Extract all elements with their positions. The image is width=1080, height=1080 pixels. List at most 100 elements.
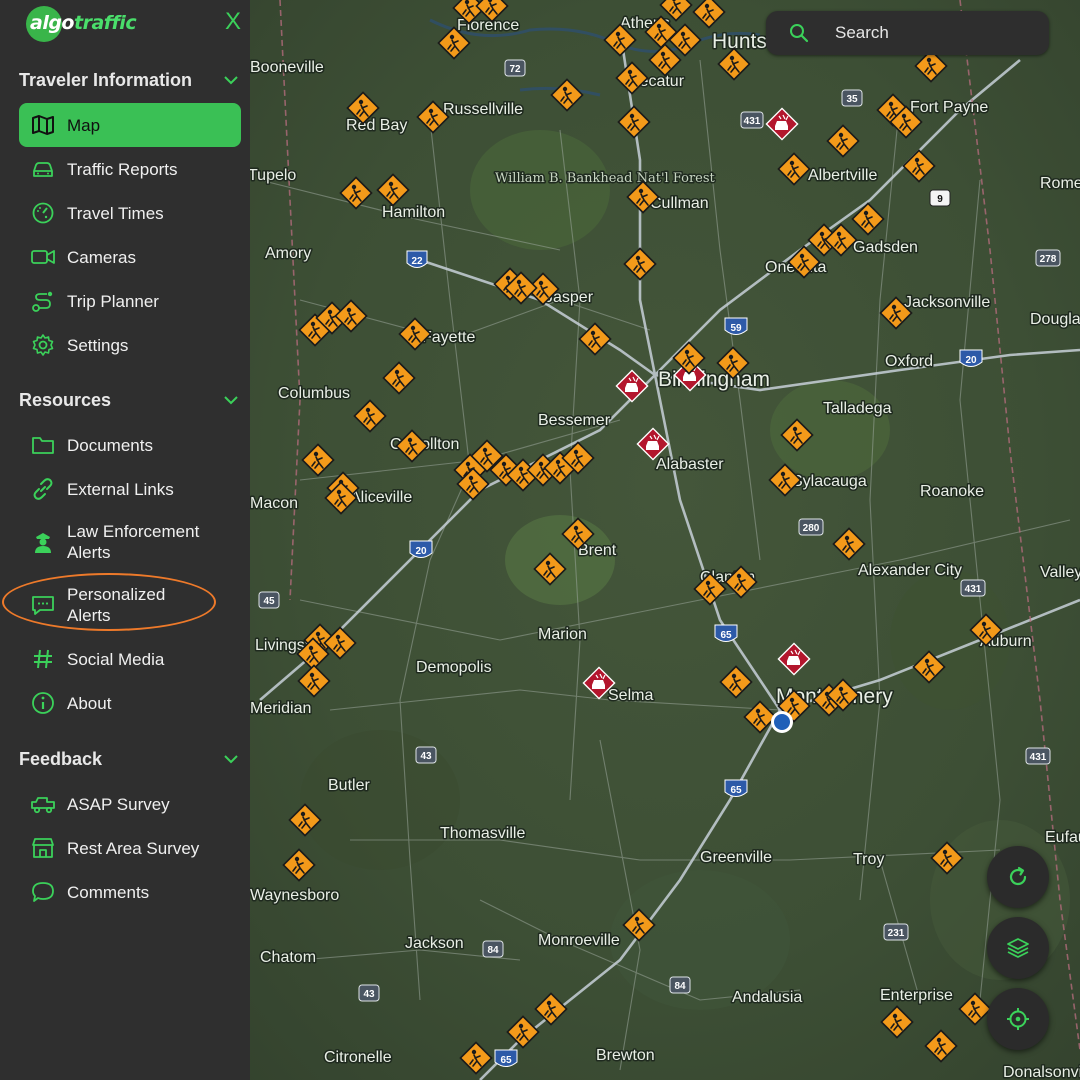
refresh-button[interactable] — [987, 846, 1049, 908]
svg-text:9: 9 — [937, 194, 943, 205]
section-resources[interactable]: Resources — [19, 388, 241, 412]
place-label: Macon — [250, 495, 298, 512]
place-label: Meridian — [250, 700, 311, 717]
nav-item-trip-planner[interactable]: Trip Planner — [19, 279, 241, 323]
svg-text:20: 20 — [965, 355, 977, 366]
place-label: Russellville — [443, 101, 523, 118]
nav-item-traffic-reports[interactable]: Traffic Reports — [19, 147, 241, 191]
route-shield: 72 — [504, 59, 526, 77]
svg-text:45: 45 — [263, 596, 275, 607]
route-shield: 45 — [258, 591, 280, 609]
nav-item-comments[interactable]: Comments — [19, 870, 241, 914]
truck-icon — [30, 791, 56, 817]
nav-label: Trip Planner — [67, 291, 159, 311]
map-canvas[interactable]: Florence Athens Huntsville Decatur Boone… — [250, 0, 1080, 1080]
nav-item-travel-times[interactable]: Travel Times — [19, 191, 241, 235]
route-shield: 59 — [724, 317, 748, 335]
nav-item-social-media[interactable]: Social Media — [19, 637, 241, 681]
place-label: Donalsonville — [1003, 1064, 1080, 1080]
search-bar[interactable]: Search — [766, 11, 1049, 55]
section-title: Traveler Information — [19, 69, 193, 90]
svg-text:278: 278 — [1040, 254, 1057, 265]
place-label: Hamilton — [382, 204, 445, 221]
place-label: Andalusia — [732, 989, 802, 1006]
nav-item-about[interactable]: About — [19, 681, 241, 725]
route-shield: 65 — [724, 779, 748, 797]
place-label: Sylacauga — [792, 473, 867, 490]
svg-text:431: 431 — [1030, 752, 1047, 763]
svg-text:431: 431 — [965, 584, 982, 595]
nav-label: Map — [67, 115, 101, 135]
place-label: William B. Bankhead Nat'l Forest — [495, 171, 716, 186]
nav-item-map[interactable]: Map — [19, 103, 241, 147]
chevron-down-icon — [224, 396, 238, 405]
place-label: Columbus — [278, 385, 350, 402]
speedometer-icon — [30, 200, 56, 226]
section-feedback[interactable]: Feedback — [19, 747, 241, 771]
nav-label: About — [67, 693, 112, 713]
nav-item-rest-area-survey[interactable]: Rest Area Survey — [19, 826, 241, 870]
chat-bubble-icon — [30, 592, 56, 618]
svg-text:59: 59 — [730, 323, 742, 334]
svg-text:84: 84 — [487, 945, 499, 956]
place-label: Citronelle — [324, 1049, 392, 1066]
route-shield: 431 — [1025, 747, 1051, 765]
place-label: Greenville — [700, 849, 772, 866]
nav-item-cameras[interactable]: Cameras — [19, 235, 241, 279]
svg-text:65: 65 — [500, 1055, 512, 1066]
current-location-dot — [771, 711, 793, 733]
sidebar: algotraffic X Traveler Information Map T… — [0, 0, 250, 1080]
nav-item-personalized-alerts[interactable]: Personalized Alerts — [19, 583, 241, 627]
refresh-icon — [1009, 866, 1027, 886]
map-view[interactable]: Florence Athens Huntsville Decatur Boone… — [250, 0, 1080, 1080]
place-label: Fort Payne — [910, 99, 988, 116]
locate-me-button[interactable] — [987, 988, 1049, 1050]
place-label: Gadsden — [853, 239, 918, 256]
route-shield: 20 — [409, 540, 433, 558]
search-icon — [790, 24, 809, 43]
nav-label: Rest Area Survey — [67, 838, 200, 858]
place-label: Waynesboro — [250, 887, 339, 904]
gear-icon — [30, 332, 56, 358]
route-shield: 65 — [714, 624, 738, 642]
place-label: Monroeville — [538, 932, 620, 949]
svg-text:35: 35 — [846, 94, 858, 105]
place-label: Roanoke — [920, 483, 984, 500]
svg-text:65: 65 — [730, 785, 742, 796]
nav-label: Law Enforcement Alerts — [67, 522, 200, 562]
nav-item-asap-survey[interactable]: ASAP Survey — [19, 782, 241, 826]
place-label: Rome — [1040, 175, 1080, 192]
place-label: Tupelo — [250, 167, 296, 184]
place-label: Amory — [265, 245, 311, 262]
section-traveler-information[interactable]: Traveler Information — [19, 68, 241, 92]
route-shield: 9 — [929, 189, 951, 207]
svg-text:431: 431 — [744, 116, 761, 127]
comment-icon — [30, 879, 56, 905]
nav-label: Personalized Alerts — [67, 585, 166, 625]
search-input[interactable]: Search — [835, 23, 889, 43]
nav-item-settings[interactable]: Settings — [19, 323, 241, 367]
nav-item-external-links[interactable]: External Links — [19, 467, 241, 511]
place-label: Selma — [608, 687, 653, 704]
route-icon — [30, 288, 56, 314]
chevron-down-icon — [224, 76, 238, 85]
place-label: Oxford — [885, 353, 933, 370]
place-label: Valley — [1040, 564, 1080, 581]
svg-text:84: 84 — [674, 981, 686, 992]
nav-item-documents[interactable]: Documents — [19, 423, 241, 467]
place-label: Birmingham — [658, 368, 770, 391]
place-label: Thomasville — [440, 825, 525, 842]
route-shield: 84 — [669, 976, 691, 994]
place-label: Bessemer — [538, 412, 611, 429]
route-shield: 278 — [1035, 249, 1061, 267]
route-shield: 35 — [841, 89, 863, 107]
route-shield: 431 — [960, 579, 986, 597]
layers-button[interactable] — [987, 917, 1049, 979]
nav-label: Traffic Reports — [67, 159, 178, 179]
place-label: Jacksonville — [904, 294, 990, 311]
car-icon — [30, 156, 56, 182]
chevron-down-icon — [224, 755, 238, 764]
nav-item-law-enforcement-alerts[interactable]: Law Enforcement Alerts — [19, 520, 241, 564]
route-shield: 20 — [959, 349, 983, 367]
close-sidebar-button[interactable]: X — [222, 10, 244, 34]
